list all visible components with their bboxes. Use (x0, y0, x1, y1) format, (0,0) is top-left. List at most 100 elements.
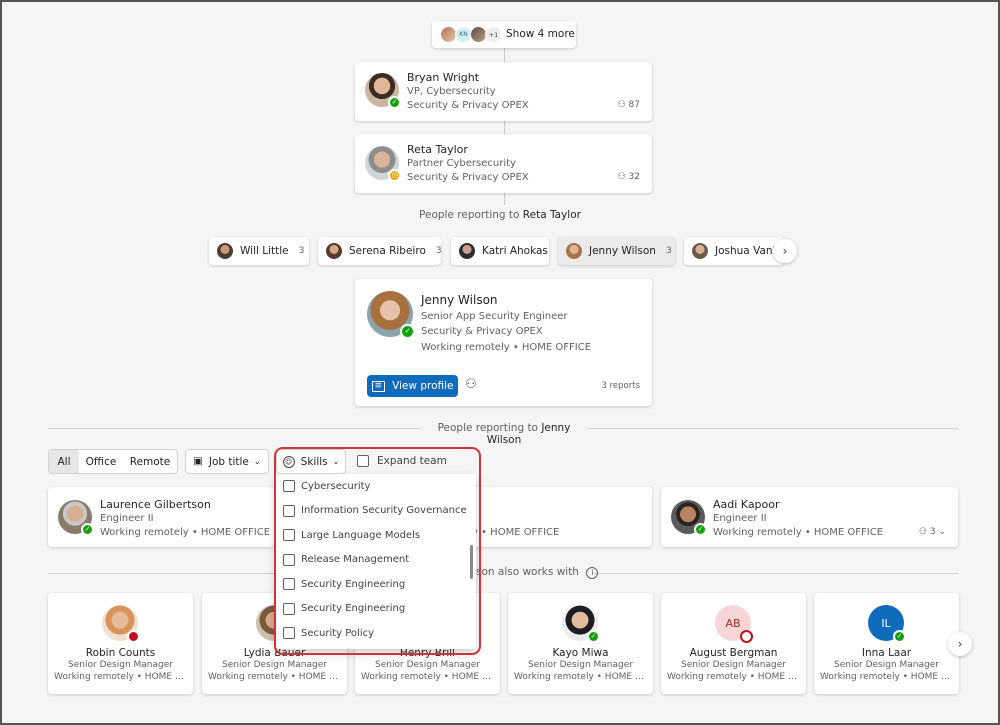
avatar: ✓ (58, 500, 94, 536)
heading-name: Reta Taylor (522, 209, 581, 221)
chevron-right-icon: › (782, 244, 788, 258)
segment-remote[interactable]: Remote (123, 450, 177, 473)
skill-option[interactable]: Cybersecurity (276, 474, 476, 499)
show-more-label: Show 4 more (506, 28, 575, 40)
manager-card[interactable]: ◷ Reta Taylor Partner Cybersecurity Secu… (355, 134, 652, 193)
available-icon: ✓ (388, 96, 401, 109)
person-title: Partner Cybersecurity (407, 158, 516, 169)
person-name: Kayo Miwa (552, 647, 609, 659)
coworker-card[interactable]: Robin Counts Senior Design Manager Worki… (48, 593, 193, 694)
checkbox[interactable] (283, 529, 295, 542)
person-name: Jenny Wilson (421, 293, 498, 307)
direct-report-card[interactable]: ✓ Laurence Gilbertson Engineer II Workin… (48, 487, 274, 547)
reports-expander[interactable]: ⚇ 3 ⌄ (919, 527, 946, 537)
reports-number: 87 (628, 100, 640, 110)
peer-count: 3 (665, 246, 672, 256)
avatar: ◷ (365, 146, 401, 182)
info-icon[interactable]: i (586, 567, 599, 579)
scrollbar-thumb[interactable] (470, 545, 473, 579)
person-location: Working remotely • HOME OFFI... (208, 672, 347, 682)
people-icon: ⚇ (617, 172, 626, 182)
coworker-card[interactable]: IL ✓ Inna Laar Senior Design Manager Wor… (814, 593, 959, 694)
skills-options-list: Cybersecurity Information Security Gover… (276, 474, 476, 649)
peer-count: 3 (298, 246, 305, 256)
avatar: ✓ (365, 73, 401, 109)
person-location: Working remotely • HOME OFFICE (713, 527, 884, 538)
skill-option[interactable]: Security Engineering (276, 572, 476, 597)
person-name: Reta Taylor (407, 143, 468, 156)
person-title: Engineer II (713, 513, 767, 524)
person-location: Working remotely • HOME OFFI... (54, 672, 193, 682)
avatar: ✓ (671, 500, 707, 536)
job-title-label: Job title (208, 455, 249, 468)
skills-icon: ☺ (282, 455, 295, 468)
person-location: y • HOME OFFICE (472, 527, 560, 538)
skill-option[interactable]: Security Policy (276, 621, 476, 646)
avatar: ✓ (367, 291, 415, 339)
location-segmented-control: All Office Remote (48, 449, 178, 474)
divider (588, 428, 958, 429)
skill-label: Cybersecurity (301, 480, 371, 492)
busy-icon (127, 630, 140, 643)
person-name: Inna Laar (861, 647, 912, 659)
segment-office[interactable]: Office (79, 450, 123, 473)
coworker-card[interactable]: ✓ Kayo Miwa Senior Design Manager Workin… (508, 593, 653, 694)
peer-chip[interactable]: Will Little 3 (209, 237, 309, 265)
checkbox[interactable] (283, 602, 295, 615)
people-icon: ⚇ (617, 100, 626, 110)
coworker-card[interactable]: AB August Bergman Senior Design Manager … (661, 593, 806, 694)
view-profile-label: View profile (392, 380, 454, 392)
view-profile-button[interactable]: ≡ View profile (367, 375, 458, 397)
checkbox[interactable] (283, 480, 295, 493)
expand-team-checkbox[interactable]: Expand team (357, 455, 447, 467)
contact-card-icon: ≡ (371, 380, 386, 392)
peer-name: Will Little (240, 245, 289, 257)
direct-report-card[interactable]: ✓ Aadi Kapoor Engineer II Working remote… (661, 487, 958, 547)
chevron-down-icon: ⌄ (253, 457, 261, 466)
skills-dropdown[interactable]: ☺ Skills ⌄ (276, 449, 346, 474)
offline-icon (740, 630, 753, 643)
peer-name: Katri Ahokas (482, 245, 548, 257)
chevron-right-icon: › (957, 637, 963, 651)
person-title: Senior Design Manager (68, 660, 173, 670)
person-dept: Security & Privacy OPEX (421, 326, 543, 337)
avatar (692, 243, 708, 259)
person-name: Bryan Wright (407, 71, 480, 84)
person-location: Working remotely • HOME OFFI... (361, 672, 500, 682)
divider (592, 573, 958, 574)
skill-option[interactable]: Information Security Governance (276, 499, 476, 524)
focus-person-card: ✓ Jenny Wilson Senior App Security Engin… (355, 279, 652, 406)
next-peers-button[interactable]: › (773, 239, 797, 263)
next-coworkers-button[interactable]: › (948, 632, 972, 656)
checkbox[interactable] (283, 627, 295, 640)
person-name: August Bergman (689, 647, 778, 659)
peer-chip[interactable]: Katri Ahokas (451, 237, 549, 265)
reports-number: 3 (929, 527, 936, 537)
checkbox[interactable] (357, 455, 369, 467)
peer-chip-selected[interactable]: Jenny Wilson 3 (558, 237, 675, 265)
skill-option[interactable]: Release Management (276, 548, 476, 573)
skill-label: Large Language Models (301, 529, 421, 541)
reports-count: 3 reports (601, 381, 641, 391)
peer-chip[interactable]: Joshua Vanb (684, 237, 784, 265)
job-title-dropdown[interactable]: ▣ Job title ⌄ (185, 449, 269, 474)
peer-chip[interactable]: Serena Ribeiro 3 (318, 237, 441, 265)
manager-card[interactable]: ✓ Bryan Wright VP, Cybersecurity Securit… (355, 62, 652, 121)
person-name: Aadi Kapoor (713, 498, 780, 511)
org-chart-icon[interactable]: ⚇ (465, 377, 477, 392)
checkbox[interactable] (283, 578, 295, 591)
person-title: Senior Design Manager (834, 660, 939, 670)
person-title: Senior Design Manager (375, 660, 480, 670)
skill-label: Security Engineering (301, 603, 406, 615)
skill-option[interactable]: Security Engineering (276, 597, 476, 622)
avatar: IL ✓ (868, 605, 906, 643)
works-with-heading: son also works with i (476, 566, 599, 579)
checkbox[interactable] (283, 553, 295, 566)
show-more-button[interactable]: KN +1 Show 4 more (432, 21, 576, 48)
avatar (217, 243, 233, 259)
expand-team-label: Expand team (377, 455, 447, 467)
checkbox[interactable] (283, 504, 295, 517)
segment-all[interactable]: All (49, 450, 79, 473)
avatar (566, 243, 582, 259)
skill-option[interactable]: Large Language Models (276, 523, 476, 548)
